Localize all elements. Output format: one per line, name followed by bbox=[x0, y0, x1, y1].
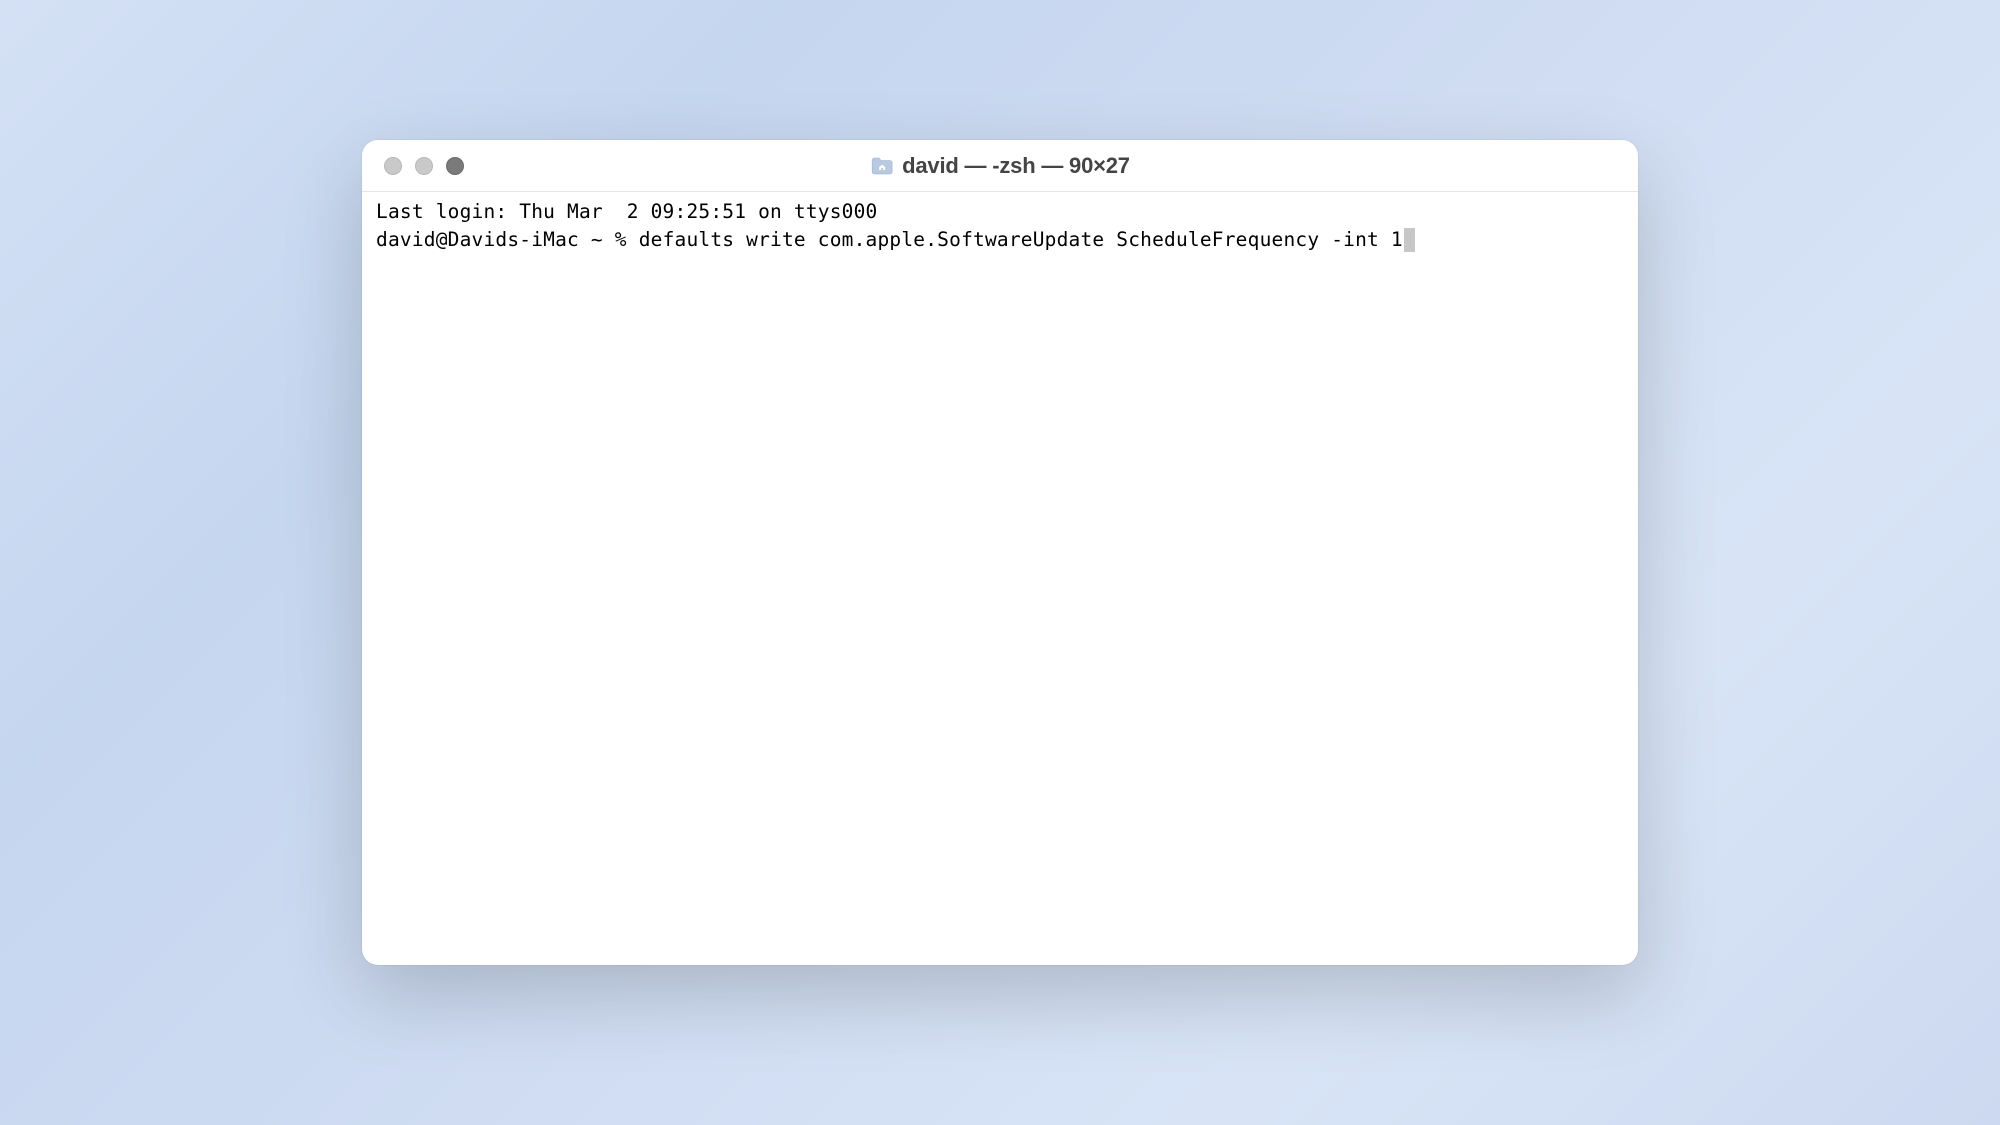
title-bar[interactable]: david — -zsh — 90×27 bbox=[362, 140, 1638, 192]
traffic-lights bbox=[362, 157, 464, 175]
title-content: david — -zsh — 90×27 bbox=[870, 153, 1130, 179]
shell-prompt: david@Davids-iMac ~ % bbox=[376, 226, 639, 254]
window-title: david — -zsh — 90×27 bbox=[902, 153, 1130, 179]
last-login-line: Last login: Thu Mar 2 09:25:51 on ttys00… bbox=[376, 198, 1624, 226]
cursor bbox=[1404, 228, 1415, 252]
terminal-window: david — -zsh — 90×27 Last login: Thu Mar… bbox=[362, 140, 1638, 965]
command-input[interactable]: defaults write com.apple.SoftwareUpdate … bbox=[639, 226, 1403, 254]
close-button[interactable] bbox=[384, 157, 402, 175]
maximize-button[interactable] bbox=[446, 157, 464, 175]
home-folder-icon bbox=[870, 156, 894, 176]
terminal-body[interactable]: Last login: Thu Mar 2 09:25:51 on ttys00… bbox=[362, 192, 1638, 965]
prompt-line: david@Davids-iMac ~ % defaults write com… bbox=[376, 226, 1624, 254]
minimize-button[interactable] bbox=[415, 157, 433, 175]
